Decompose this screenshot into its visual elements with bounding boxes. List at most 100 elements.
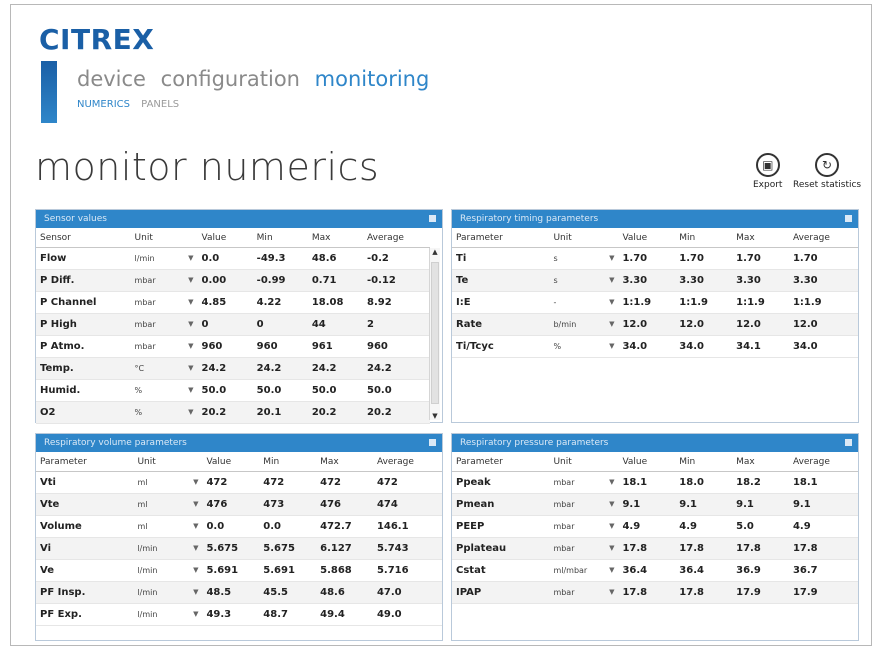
unit-select[interactable]: b/min ▼ xyxy=(549,313,619,336)
nav-monitoring[interactable]: monitoring xyxy=(315,67,430,91)
unit-select[interactable]: °C ▼ xyxy=(130,357,198,380)
unit-select[interactable]: ml ▼ xyxy=(133,515,203,538)
subnav-panels[interactable]: PANELS xyxy=(141,99,179,110)
unit-select[interactable]: s ▼ xyxy=(549,247,619,270)
chevron-down-icon[interactable]: ▼ xyxy=(188,320,193,328)
table-row[interactable]: P Channel mbar ▼ 4.85 4.22 18.08 8.92 xyxy=(36,291,430,314)
chevron-down-icon[interactable]: ▼ xyxy=(193,544,198,552)
table-row[interactable]: Ti s ▼ 1.70 1.70 1.70 1.70 xyxy=(452,247,858,270)
unit-select[interactable]: l/min ▼ xyxy=(133,581,203,604)
chevron-down-icon[interactable]: ▼ xyxy=(193,588,198,596)
chevron-down-icon[interactable]: ▼ xyxy=(609,254,614,262)
chevron-down-icon[interactable]: ▼ xyxy=(609,320,614,328)
unit-select[interactable]: ml/mbar ▼ xyxy=(549,559,619,582)
table-row[interactable]: Humid.% ▼ 50.0 50.0 50.0 50.0 xyxy=(36,379,430,402)
nav-configuration[interactable]: configuration xyxy=(161,67,300,91)
table-row[interactable]: PEEP mbar ▼ 4.9 4.9 5.0 4.9 xyxy=(452,515,858,538)
chevron-down-icon[interactable]: ▼ xyxy=(609,544,614,552)
table-row[interactable]: P High mbar ▼ 0 0 44 2 xyxy=(36,313,430,336)
unit-select[interactable]: % ▼ xyxy=(549,335,619,358)
unit-select[interactable]: s ▼ xyxy=(549,269,619,292)
unit-select[interactable]: ml ▼ xyxy=(133,493,203,516)
scroll-down-icon[interactable]: ▼ xyxy=(430,412,440,420)
unit-select[interactable]: mbar ▼ xyxy=(130,269,198,292)
maximize-icon[interactable] xyxy=(845,215,852,222)
maximize-icon[interactable] xyxy=(429,215,436,222)
table-row[interactable]: Vi l/min ▼ 5.675 5.675 6.127 5.743 xyxy=(36,537,442,560)
chevron-down-icon[interactable]: ▼ xyxy=(193,610,198,618)
unit-select[interactable]: ml ▼ xyxy=(133,471,203,494)
unit-select[interactable]: - ▼ xyxy=(549,291,619,314)
unit-select[interactable]: mbar ▼ xyxy=(549,471,619,494)
chevron-down-icon[interactable]: ▼ xyxy=(188,254,193,262)
table-row[interactable]: P Diff. mbar ▼ 0.00 -0.99 0.71 -0.12 xyxy=(36,269,430,292)
unit-select[interactable]: mbar ▼ xyxy=(549,493,619,516)
table-row[interactable]: IPAP mbar ▼ 17.8 17.8 17.9 17.9 xyxy=(452,581,858,604)
table-row[interactable]: PF Exp. l/min ▼ 49.3 48.7 49.4 49.0 xyxy=(36,603,442,626)
table-row[interactable]: Flow l/min ▼ 0.0 -49.3 48.6 -0.2 xyxy=(36,247,430,270)
scroll-thumb[interactable] xyxy=(431,262,439,404)
chevron-down-icon[interactable]: ▼ xyxy=(188,342,193,350)
table-row[interactable]: Vte ml ▼ 476 473 476 474 xyxy=(36,493,442,516)
chevron-down-icon[interactable]: ▼ xyxy=(193,522,198,530)
table-row[interactable]: Ppeak mbar ▼ 18.1 18.0 18.2 18.1 xyxy=(452,471,858,494)
chevron-down-icon[interactable]: ▼ xyxy=(609,566,614,574)
chevron-down-icon[interactable]: ▼ xyxy=(188,298,193,306)
unit-select[interactable]: mbar ▼ xyxy=(549,581,619,604)
chevron-down-icon[interactable]: ▼ xyxy=(609,298,614,306)
table-row[interactable]: O2% ▼ 20.2 20.1 20.2 20.2 xyxy=(36,401,430,424)
value-cell: 9.1 xyxy=(788,493,858,516)
chevron-down-icon[interactable]: ▼ xyxy=(188,408,193,416)
chevron-down-icon[interactable]: ▼ xyxy=(609,588,614,596)
table-row[interactable]: Pplateau mbar ▼ 17.8 17.8 17.8 17.8 xyxy=(452,537,858,560)
table-row[interactable]: Ti/Tcyc% ▼ 34.0 34.0 34.1 34.0 xyxy=(452,335,858,358)
value-cell: 0.71 xyxy=(307,269,363,292)
maximize-icon[interactable] xyxy=(429,439,436,446)
unit-select[interactable]: % ▼ xyxy=(130,379,198,402)
table-row[interactable]: Volume ml ▼ 0.0 0.0 472.7 146.1 xyxy=(36,515,442,538)
column-header: Average xyxy=(372,452,442,472)
chevron-down-icon[interactable]: ▼ xyxy=(609,500,614,508)
scroll-up-icon[interactable]: ▲ xyxy=(430,248,440,256)
panel-header: Respiratory timing parameters xyxy=(452,210,858,228)
table-row[interactable]: Rate b/min ▼ 12.0 12.0 12.0 12.0 xyxy=(452,313,858,336)
value-cell: 50.0 xyxy=(252,379,308,402)
unit-select[interactable]: mbar ▼ xyxy=(549,515,619,538)
unit-select[interactable]: mbar ▼ xyxy=(130,313,198,336)
export-button[interactable]: ▣ Export xyxy=(753,153,782,190)
unit-select[interactable]: % ▼ xyxy=(130,401,198,424)
chevron-down-icon[interactable]: ▼ xyxy=(609,342,614,350)
table-row[interactable]: Pmean mbar ▼ 9.1 9.1 9.1 9.1 xyxy=(452,493,858,516)
nav-device[interactable]: device xyxy=(77,67,146,91)
table-row[interactable]: PF Insp. l/min ▼ 48.5 45.5 48.6 47.0 xyxy=(36,581,442,604)
chevron-down-icon[interactable]: ▼ xyxy=(609,478,614,486)
unit-select[interactable]: mbar ▼ xyxy=(130,291,198,314)
unit-select[interactable]: l/min ▼ xyxy=(133,603,203,626)
table-header-row: Sensor Unit Value Min Max Average xyxy=(36,228,430,248)
table-row[interactable]: Vti ml ▼ 472 472 472 472 xyxy=(36,471,442,494)
unit-select[interactable]: l/min ▼ xyxy=(133,537,203,560)
table-row[interactable]: Temp. °C ▼ 24.2 24.2 24.2 24.2 xyxy=(36,357,430,380)
chevron-down-icon[interactable]: ▼ xyxy=(188,386,193,394)
unit-select[interactable]: mbar ▼ xyxy=(130,335,198,358)
chevron-down-icon[interactable]: ▼ xyxy=(609,522,614,530)
table-row[interactable]: Cstat ml/mbar ▼ 36.4 36.4 36.9 36.7 xyxy=(452,559,858,582)
chevron-down-icon[interactable]: ▼ xyxy=(193,500,198,508)
scrollbar[interactable]: ▲ ▼ xyxy=(429,248,440,420)
unit-select[interactable]: l/min ▼ xyxy=(130,247,198,270)
table-row[interactable]: Te s ▼ 3.30 3.30 3.30 3.30 xyxy=(452,269,858,292)
chevron-down-icon[interactable]: ▼ xyxy=(193,566,198,574)
chevron-down-icon[interactable]: ▼ xyxy=(188,276,193,284)
unit-select[interactable]: l/min ▼ xyxy=(133,559,203,582)
reset-statistics-button[interactable]: ↻ Reset statistics xyxy=(793,153,861,190)
table-row[interactable]: Ve l/min ▼ 5.691 5.691 5.868 5.716 xyxy=(36,559,442,582)
unit-select[interactable]: mbar ▼ xyxy=(549,537,619,560)
chevron-down-icon[interactable]: ▼ xyxy=(193,478,198,486)
chevron-down-icon[interactable]: ▼ xyxy=(609,276,614,284)
export-label: Export xyxy=(753,180,783,190)
table-row[interactable]: P Atmo. mbar ▼ 960 960 961 960 xyxy=(36,335,430,358)
chevron-down-icon[interactable]: ▼ xyxy=(188,364,193,372)
subnav-numerics[interactable]: NUMERICS xyxy=(77,99,130,110)
maximize-icon[interactable] xyxy=(845,439,852,446)
table-row[interactable]: I:E - ▼ 1:1.9 1:1.9 1:1.9 1:1.9 xyxy=(452,291,858,314)
